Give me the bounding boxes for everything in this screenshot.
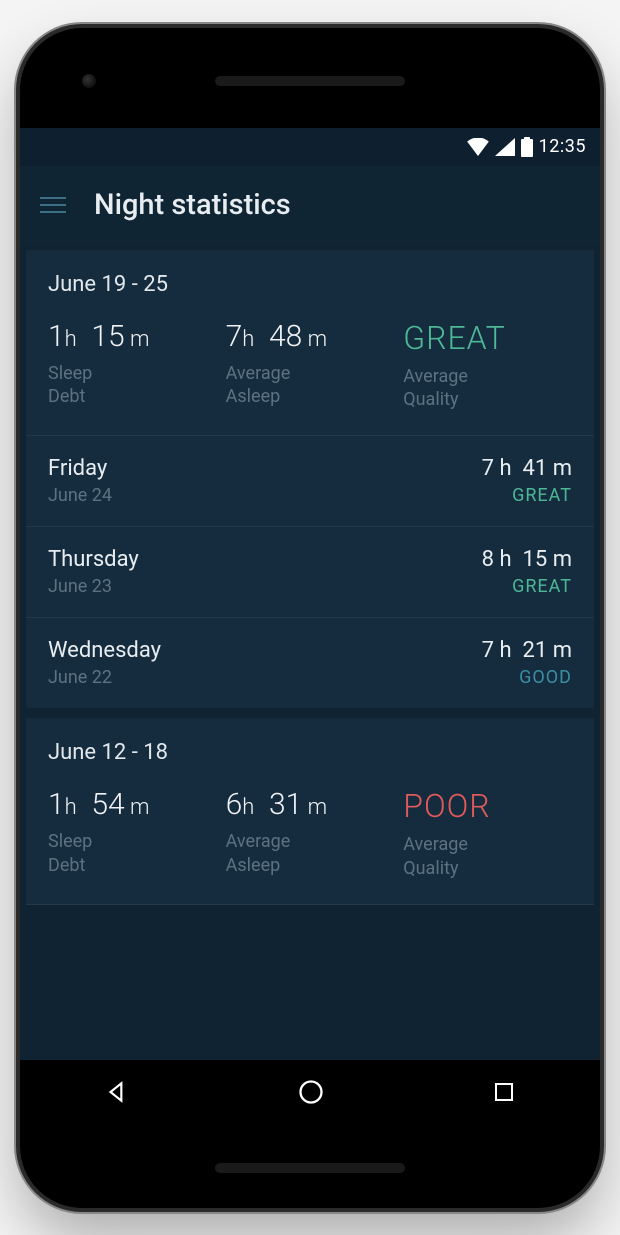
android-nav-bar — [20, 1060, 600, 1128]
day-quality: GOOD — [482, 667, 572, 688]
nav-recent-button[interactable] — [492, 1080, 516, 1108]
day-row[interactable]: Thursday June 23 8 h 15 m GREAT — [26, 527, 594, 618]
week-summary[interactable]: June 12 - 18 1h 54 m SleepDebt6h 31 m Avera… — [26, 718, 594, 905]
nav-back-button[interactable] — [104, 1079, 130, 1109]
day-name: Wednesday — [48, 638, 161, 663]
average-asleep-value: 7h 48 m — [226, 319, 404, 354]
day-duration: 7 h 21 m — [482, 638, 572, 663]
average-quality-label: AverageQuality — [403, 365, 572, 412]
status-time: 12:35 — [539, 136, 586, 157]
status-bar: 12:35 — [20, 128, 600, 166]
day-name: Thursday — [48, 547, 139, 572]
app-header: Night statistics — [20, 166, 600, 244]
day-quality: GREAT — [482, 576, 572, 597]
sleep-debt-label: SleepDebt — [48, 362, 226, 409]
wifi-icon — [467, 138, 489, 156]
day-duration: 7 h 41 m — [482, 456, 572, 481]
day-quality: GREAT — [482, 485, 572, 506]
day-duration: 8 h 15 m — [482, 547, 572, 572]
phone-frame: 12:35 Night statistics June 19 - 25 1h 15… — [20, 28, 600, 1208]
camera-dot — [82, 74, 96, 88]
week-card: June 19 - 25 1h 15 m SleepDebt7h 48 m Avera… — [26, 250, 594, 709]
cellular-icon — [495, 138, 515, 156]
day-row[interactable]: Wednesday June 22 7 h 21 m GOOD — [26, 618, 594, 708]
week-card: June 12 - 18 1h 54 m SleepDebt6h 31 m Avera… — [26, 718, 594, 905]
day-name: Friday — [48, 456, 112, 481]
week-summary[interactable]: June 19 - 25 1h 15 m SleepDebt7h 48 m Avera… — [26, 250, 594, 437]
page-title: Night statistics — [94, 188, 291, 222]
nav-home-button[interactable] — [297, 1078, 325, 1110]
average-quality-value: POOR — [403, 787, 572, 825]
screen: 12:35 Night statistics June 19 - 25 1h 15… — [20, 128, 600, 1128]
earpiece-speaker — [215, 76, 405, 86]
device-bottom-bezel — [20, 1128, 600, 1208]
day-date: June 24 — [48, 485, 112, 506]
average-asleep-label: AverageAsleep — [226, 830, 404, 877]
battery-icon — [521, 137, 533, 157]
menu-icon[interactable] — [40, 197, 66, 213]
bottom-speaker — [215, 1163, 405, 1173]
average-quality-label: AverageQuality — [403, 833, 572, 880]
average-asleep-label: AverageAsleep — [226, 362, 404, 409]
day-date: June 23 — [48, 576, 139, 597]
sleep-debt-label: SleepDebt — [48, 830, 226, 877]
average-quality-value: GREAT — [403, 319, 572, 357]
sleep-debt-value: 1h 54 m — [48, 787, 226, 822]
sleep-debt-value: 1h 15 m — [48, 319, 226, 354]
week-range: June 19 - 25 — [48, 272, 572, 297]
content-scroll[interactable]: June 19 - 251h 15 mSleepDebt7h 48 mAvera… — [20, 244, 600, 1060]
week-range: June 12 - 18 — [48, 740, 572, 765]
day-row[interactable]: Friday June 24 7 h 41 m GREAT — [26, 436, 594, 527]
average-asleep-value: 6h 31 m — [226, 787, 404, 822]
day-date: June 22 — [48, 667, 161, 688]
device-top-bezel — [20, 28, 600, 128]
